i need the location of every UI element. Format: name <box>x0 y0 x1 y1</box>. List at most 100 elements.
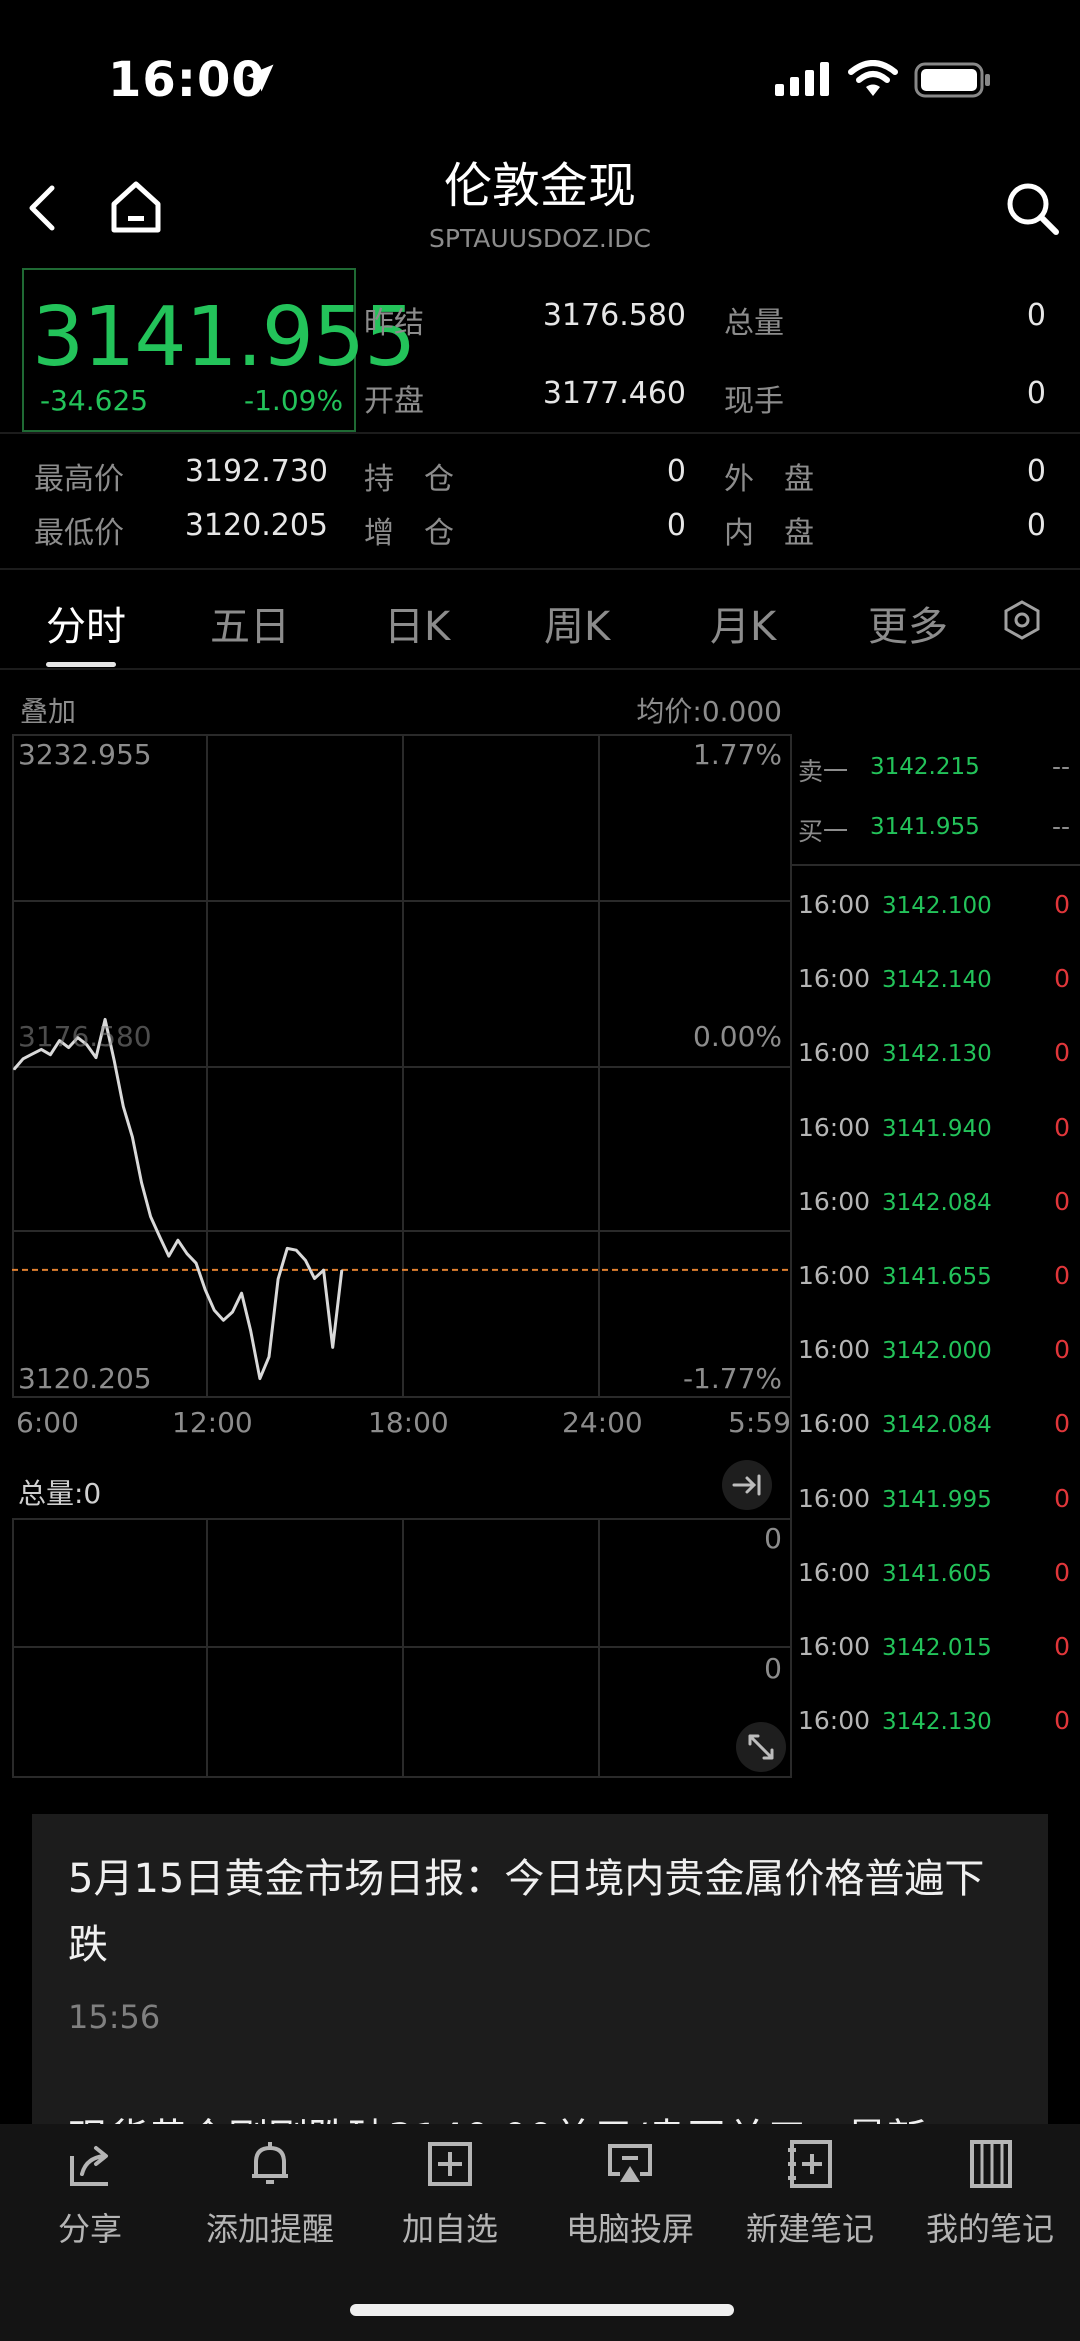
prev-settle-value: 3176.580 <box>542 298 686 333</box>
price-point <box>122 1105 125 1108</box>
trade-time: 16:00 <box>798 1409 871 1439</box>
tab-intraday[interactable]: 分时 <box>46 594 126 652</box>
add-alert-button[interactable]: 添加提醒 <box>180 2136 360 2250</box>
my-notes-button[interactable]: 我的笔记 <box>900 2136 1080 2250</box>
trade-time: 16:00 <box>798 964 871 994</box>
price-point <box>259 1377 261 1380</box>
tab-daily-k[interactable]: 日K <box>384 594 450 652</box>
current-hand-label: 现手 <box>724 384 784 419</box>
chart-border <box>12 1518 14 1778</box>
price-point <box>177 1239 179 1241</box>
trade-volume: 0 <box>1054 1706 1070 1736</box>
price-point <box>140 1181 143 1184</box>
add-watchlist-label: 加自选 <box>401 2210 498 2248</box>
share-icon <box>70 2146 108 2186</box>
y-axis-mid-label: 3176.580 <box>18 1020 152 1053</box>
price-point <box>13 1068 15 1071</box>
active-tab-indicator <box>46 662 116 667</box>
fullscreen-button[interactable] <box>736 1722 786 1772</box>
bid-label: 买一 <box>798 817 849 846</box>
divider <box>0 432 1080 434</box>
tab-weekly-k[interactable]: 周K <box>544 594 610 652</box>
add-watchlist-icon <box>428 2142 472 2186</box>
high-value: 3192.730 <box>184 454 328 489</box>
expand-right-button[interactable] <box>722 1460 772 1510</box>
tab-monthly-k[interactable]: 月K <box>710 594 776 652</box>
location-arrow-icon <box>246 64 274 92</box>
open-interest-value: 0 <box>666 454 686 489</box>
x-axis-label: 18:00 <box>368 1406 449 1439</box>
total-volume-value: 0 <box>1026 298 1046 333</box>
trade-row: 16:00 3141.655 0 <box>798 1261 1070 1301</box>
bell-icon <box>252 2142 288 2184</box>
inner-volume-label: 内 盘 <box>724 516 814 551</box>
search-button[interactable] <box>1000 176 1064 240</box>
tab-five-day[interactable]: 五日 <box>210 594 290 652</box>
price-point <box>186 1252 188 1255</box>
share-button[interactable]: 分享 <box>0 2136 180 2250</box>
last-price: 3141.955 <box>32 290 416 385</box>
wifi-icon <box>848 60 898 96</box>
trade-volume: 0 <box>1054 1112 1070 1142</box>
overlay-button[interactable]: 叠加 <box>20 690 76 730</box>
low-value: 3120.205 <box>184 508 328 543</box>
trade-volume: 0 <box>1054 1483 1070 1513</box>
outer-volume-label: 外 盘 <box>724 462 814 497</box>
price-point <box>277 1278 279 1280</box>
add-watchlist-button[interactable]: 加自选 <box>360 2136 540 2250</box>
trade-time: 16:00 <box>798 1706 871 1736</box>
price-change-pct: -1.09% <box>244 384 344 417</box>
price-point <box>268 1356 270 1358</box>
tab-more[interactable]: 更多 <box>868 594 948 652</box>
prev-settle-label: 昨结 <box>364 306 424 341</box>
home-indicator <box>350 2304 734 2316</box>
outer-volume-value: 0 <box>1026 454 1046 489</box>
x-axis-label: 24:00 <box>562 1406 643 1439</box>
price-point <box>49 1053 52 1056</box>
low-label: 最低价 <box>34 516 124 551</box>
new-note-icon <box>788 2140 832 2188</box>
price-change: -34.625 <box>40 384 149 417</box>
y-axis-bottom-label: 3120.205 <box>18 1362 152 1395</box>
current-hand-value: 0 <box>1026 376 1046 411</box>
news-time: 15:56 <box>68 1998 161 2036</box>
price-point <box>222 1319 225 1322</box>
trade-row: 16:00 3141.605 0 <box>798 1558 1070 1598</box>
gridline <box>402 1518 404 1778</box>
inner-volume-value: 0 <box>1026 508 1046 543</box>
trade-price: 3141.655 <box>882 1264 992 1290</box>
price-line-chart[interactable] <box>12 734 792 1398</box>
divider <box>0 568 1080 570</box>
trade-price: 3141.995 <box>882 1486 992 1513</box>
screen-cast-button[interactable]: 电脑投屏 <box>540 2136 720 2250</box>
trade-price: 3142.084 <box>882 1189 992 1216</box>
trade-row: 16:00 3141.995 0 <box>798 1484 1070 1524</box>
share-label: 分享 <box>57 2210 122 2248</box>
screen-cast-label: 电脑投屏 <box>565 2210 694 2248</box>
trade-time: 16:00 <box>798 890 871 919</box>
trade-volume: 0 <box>1054 1186 1070 1216</box>
price-point <box>249 1330 252 1332</box>
trade-price: 3142.130 <box>882 1041 992 1068</box>
price-point <box>295 1249 298 1251</box>
new-note-button[interactable]: 新建笔记 <box>720 2136 900 2250</box>
trade-row: 16:00 3142.140 0 <box>798 964 1070 1004</box>
price-point <box>113 1059 115 1062</box>
divider <box>792 864 1080 866</box>
open-label: 开盘 <box>364 384 424 419</box>
chart-settings-icon[interactable] <box>1000 598 1044 642</box>
my-notes-icon <box>970 2140 1012 2188</box>
news-title[interactable]: 5月15日黄金市场日报：今日境内贵金属价格普遍下跌 <box>68 1846 998 1978</box>
trade-time: 16:00 <box>798 1557 871 1587</box>
average-price: 均价:0.000 <box>636 695 782 728</box>
page-title: 伦敦金现 <box>443 158 636 214</box>
trade-time: 16:00 <box>798 1112 871 1142</box>
price-point <box>31 1053 33 1055</box>
volume-axis-top: 0 <box>764 1522 782 1555</box>
trade-price: 3142.140 <box>882 967 992 994</box>
trade-time: 16:00 <box>798 1632 871 1661</box>
battery-icon <box>914 62 990 98</box>
ask-label: 卖一 <box>798 757 849 786</box>
trade-price: 3142.084 <box>882 1412 992 1439</box>
trade-volume: 0 <box>1054 1632 1070 1661</box>
